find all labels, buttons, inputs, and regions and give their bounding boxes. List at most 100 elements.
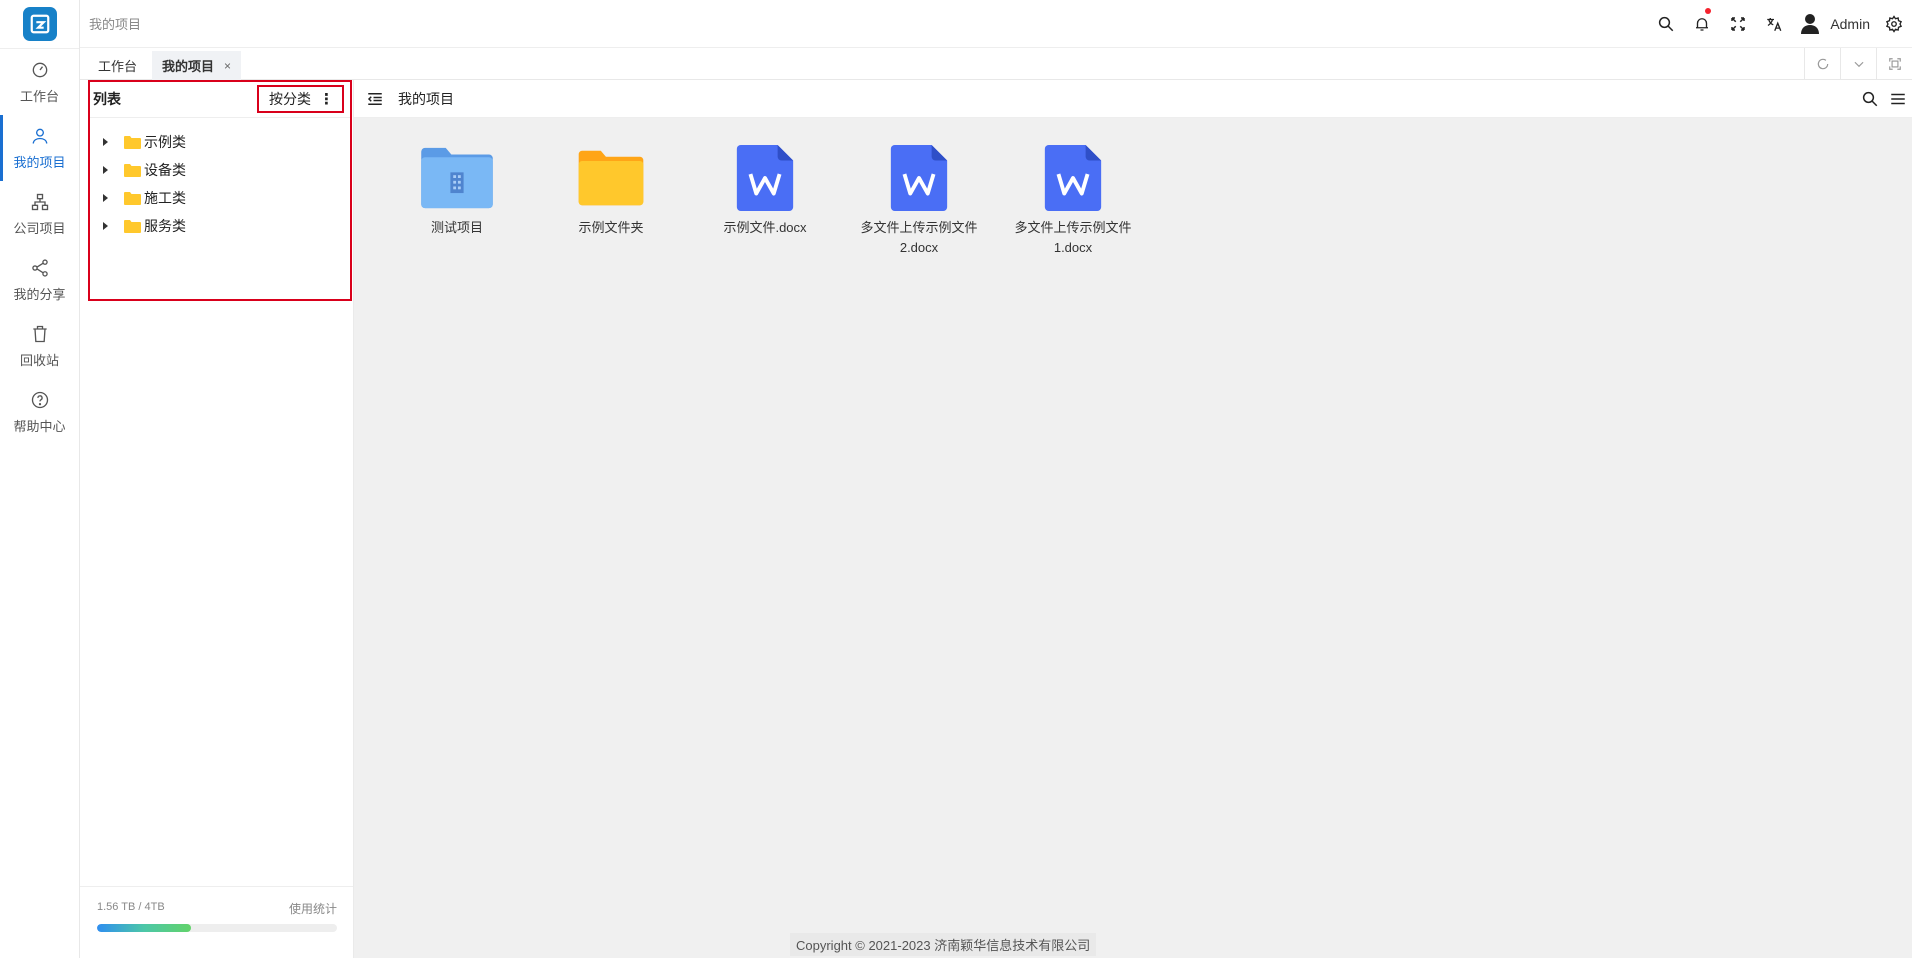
search-icon [1659, 16, 1674, 32]
file-grid: 测试项目 示例文件夹 示例文件.docx 多文件上传示例文件2.docx 多文件… [380, 144, 1150, 258]
tab-label: 我的项目 [162, 59, 215, 74]
storage-usage: 1.56 TB / 4TB 使用统计 [80, 886, 353, 958]
top-header: 我的项目 Admin [80, 0, 1912, 48]
file-name: 多文件上传示例文件2.docx [860, 220, 978, 255]
tree-panel: 列表 按分类 ⋮ 示例类 设备类 施工类 服务类 1.56 TB / 4TB 使… [80, 80, 354, 958]
tab-label: 工作台 [98, 59, 138, 74]
folder-title: 我的项目 [398, 90, 454, 107]
file-name: 示例文件.docx [723, 220, 807, 235]
word-document-icon [736, 145, 794, 211]
maximize-icon [1888, 57, 1901, 70]
gear-icon [1885, 15, 1903, 33]
tree-node-label: 施工类 [144, 190, 186, 206]
translate-icon [1767, 18, 1782, 32]
file-name: 多文件上传示例文件1.docx [1014, 220, 1132, 255]
classify-label: 按分类 [269, 91, 311, 107]
copyright-footer: Copyright © 2021-2023 济南颖华信息技术有限公司 [790, 933, 1097, 956]
nav-item-my-shares[interactable]: 我的分享 [0, 247, 79, 313]
app-logo[interactable] [0, 0, 80, 48]
avatar [1798, 11, 1822, 38]
tree-node[interactable]: 示例类 [92, 128, 342, 156]
nav-item-label: 我的项目 [13, 154, 66, 170]
dashboard-icon [32, 62, 47, 77]
file-browser-header: 我的项目 [354, 80, 1912, 118]
breadcrumb: 我的项目 [89, 17, 142, 32]
storage-used-text: 1.56 TB / 4TB [97, 901, 165, 913]
org-chart-icon [31, 193, 48, 210]
folder-icon [124, 192, 141, 205]
user-icon [32, 128, 47, 144]
bell-icon [1696, 18, 1709, 31]
user-name: Admin [1830, 16, 1870, 32]
view-menu-button[interactable] [1884, 90, 1912, 108]
user-menu[interactable]: Admin [1798, 11, 1870, 38]
maximize-button[interactable] [1876, 48, 1912, 79]
tree-panel-header: 列表 按分类 ⋮ [88, 80, 350, 118]
caret-right-icon[interactable] [100, 193, 110, 203]
language-button[interactable] [1756, 0, 1792, 48]
tree-node-label: 设备类 [144, 162, 186, 178]
storage-progress-fill [97, 924, 191, 932]
file-name: 示例文件夹 [578, 220, 644, 235]
folder-icon [124, 164, 141, 177]
word-document-icon [890, 145, 948, 211]
file-browser: 我的项目 测试项目 示例文件夹 示例文件.docx 多文件上传示例文件2.doc… [354, 80, 1912, 958]
tree-node[interactable]: 服务类 [92, 212, 342, 240]
file-item[interactable]: 多文件上传示例文件2.docx [842, 144, 996, 258]
storage-progress-bar [97, 924, 337, 932]
notifications-button[interactable] [1684, 0, 1720, 48]
folder-icon [124, 220, 141, 233]
caret-right-icon[interactable] [100, 137, 110, 147]
nav-item-label: 公司项目 [13, 220, 66, 236]
file-search-button[interactable] [1856, 90, 1884, 108]
nav-item-label: 我的分享 [13, 286, 66, 302]
tree-node-label: 示例类 [144, 134, 186, 150]
nav-rail: 工作台 我的项目 公司项目 我的分享 回收站 帮助中心 [0, 0, 80, 958]
refresh-icon [1817, 58, 1828, 69]
usage-stats-link[interactable]: 使用统计 [289, 900, 337, 917]
tab-dropdown-button[interactable] [1840, 48, 1876, 79]
caret-right-icon[interactable] [100, 221, 110, 231]
help-icon [31, 391, 48, 408]
folder-icon [124, 136, 141, 149]
nav-item-label: 回收站 [19, 352, 59, 368]
file-item[interactable]: 多文件上传示例文件1.docx [996, 144, 1150, 258]
caret-right-icon[interactable] [100, 165, 110, 175]
tree-node[interactable]: 施工类 [92, 184, 342, 212]
file-item[interactable]: 测试项目 [380, 144, 534, 258]
collapse-panel-icon[interactable] [366, 90, 384, 108]
folder-icon [578, 150, 644, 206]
menu-icon [1891, 93, 1905, 105]
close-icon[interactable]: × [224, 59, 231, 73]
classify-dropdown[interactable]: 按分类 ⋮ [257, 85, 344, 113]
search-icon [1862, 91, 1878, 107]
nav-item-label: 帮助中心 [13, 418, 66, 434]
nav-item-recycle-bin[interactable]: 回收站 [0, 313, 79, 379]
word-document-icon [1044, 145, 1102, 211]
nav-item-label: 工作台 [19, 88, 59, 104]
nav-item-workbench[interactable]: 工作台 [0, 49, 79, 115]
tree-node[interactable]: 设备类 [92, 156, 342, 184]
share-icon [31, 258, 48, 277]
fullscreen-icon [1731, 17, 1746, 31]
search-button[interactable] [1648, 0, 1684, 48]
project-folder-icon [421, 147, 493, 209]
tab-my-projects[interactable]: 我的项目 × [152, 51, 242, 80]
nav-item-my-projects[interactable]: 我的项目 [0, 115, 79, 181]
settings-button[interactable] [1876, 0, 1912, 48]
tab-bar: 工作台 我的项目 × [80, 48, 1912, 80]
file-item[interactable]: 示例文件.docx [688, 144, 842, 258]
refresh-tab-button[interactable] [1804, 48, 1840, 79]
category-tree: 示例类 设备类 施工类 服务类 [92, 128, 342, 240]
panel-title: 列表 [93, 90, 121, 107]
chevron-down-icon [1854, 61, 1863, 67]
fullscreen-button[interactable] [1720, 0, 1756, 48]
nav-item-help-center[interactable]: 帮助中心 [0, 379, 79, 445]
tree-node-label: 服务类 [144, 218, 186, 234]
file-item[interactable]: 示例文件夹 [534, 144, 688, 258]
notification-badge [1705, 8, 1712, 14]
trash-icon [32, 325, 47, 342]
tab-workbench[interactable]: 工作台 [88, 51, 147, 80]
more-options-icon[interactable]: ⋮ [319, 92, 334, 107]
nav-item-company-projects[interactable]: 公司项目 [0, 181, 79, 247]
